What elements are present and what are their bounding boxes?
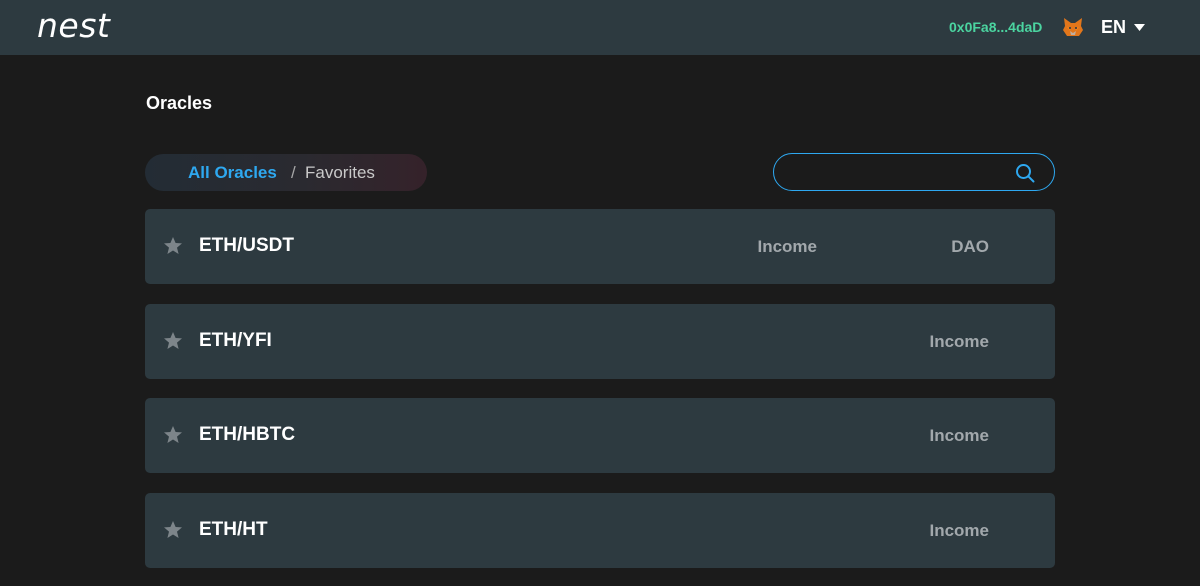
favorite-star-icon[interactable] xyxy=(163,520,183,540)
tab-separator: / xyxy=(291,163,296,182)
chevron-down-icon[interactable] xyxy=(1134,24,1145,31)
top-navigation-bar: nest 0x0Fa8...4daD EN xyxy=(0,0,1200,55)
nest-logo[interactable]: nest xyxy=(37,6,110,45)
search-box xyxy=(773,153,1055,191)
oracle-row-eth-usdt[interactable]: ETH/USDT Income DAO xyxy=(145,209,1055,284)
oracle-row-eth-ht[interactable]: ETH/HT Income xyxy=(145,493,1055,568)
tab-all-oracles[interactable]: All Oracles xyxy=(188,163,277,183)
income-link[interactable]: Income xyxy=(929,521,989,541)
income-link[interactable]: Income xyxy=(929,332,989,352)
oracle-row-eth-hbtc[interactable]: ETH/HBTC Income xyxy=(145,398,1055,473)
favorite-star-icon[interactable] xyxy=(163,236,183,256)
language-selector[interactable]: EN xyxy=(1101,17,1126,38)
oracle-pair-name: ETH/USDT xyxy=(199,235,294,256)
oracle-row-eth-yfi[interactable]: ETH/YFI Income xyxy=(145,304,1055,379)
income-link[interactable]: Income xyxy=(929,426,989,446)
favorite-star-icon[interactable] xyxy=(163,425,183,445)
income-link[interactable]: Income xyxy=(757,237,817,257)
favorite-star-icon[interactable] xyxy=(163,331,183,351)
page-title: Oracles xyxy=(146,93,213,113)
oracle-pair-name: ETH/HT xyxy=(199,519,268,540)
metamask-fox-icon[interactable] xyxy=(1062,16,1084,38)
dao-link[interactable]: DAO xyxy=(951,237,989,257)
wallet-address[interactable]: 0x0Fa8...4daD xyxy=(949,19,1042,35)
search-input[interactable] xyxy=(788,160,1008,184)
oracle-pair-name: ETH/HBTC xyxy=(199,424,296,445)
search-icon[interactable] xyxy=(1014,162,1036,184)
tab-favorites[interactable]: Favorites xyxy=(305,163,375,183)
oracle-filter-tabs: All Oracles / Favorites xyxy=(145,154,427,191)
oracle-pair-name: ETH/YFI xyxy=(199,330,272,351)
